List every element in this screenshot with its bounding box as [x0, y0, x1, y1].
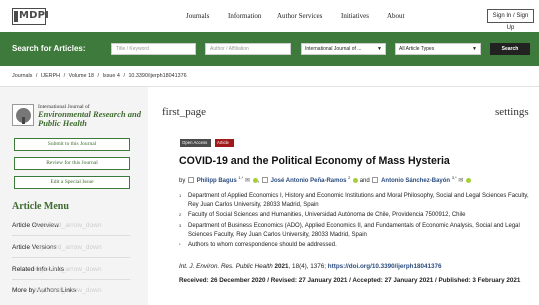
- menu-item-article-overview[interactable]: Article Overview keyboard_arrow_down: [12, 219, 130, 233]
- author-icon: [372, 177, 379, 184]
- breadcrumb-issue[interactable]: Issue 4: [103, 73, 120, 79]
- affiliation-text: Department of Business Economics (ADO), …: [188, 223, 520, 238]
- orcid-icon[interactable]: [353, 177, 359, 183]
- top-navigation: MDPI Journals Information Author Service…: [0, 0, 539, 32]
- mdpi-logo[interactable]: MDPI: [12, 8, 50, 25]
- affiliation-item: * Authors to whom correspondence should …: [179, 241, 531, 250]
- chevron-down-icon: ▼: [472, 46, 477, 52]
- keyboard-arrow-down-icon: keyboard_arrow_down: [34, 266, 102, 273]
- menu-divider: [12, 235, 130, 236]
- nav-information[interactable]: Information: [228, 12, 261, 20]
- mail-icon[interactable]: ✉: [458, 178, 463, 184]
- submit-button[interactable]: Submit to this Journal: [14, 138, 130, 151]
- article-title: COVID-19 and the Political Economy of Ma…: [179, 155, 450, 167]
- breadcrumb-journals[interactable]: Journals: [12, 73, 32, 79]
- affiliation-text: Authors to whom correspondence should be…: [188, 242, 337, 248]
- article-type-value: All Article Types: [399, 46, 435, 52]
- menu-divider: [12, 257, 130, 258]
- breadcrumb-separator: /: [97, 73, 100, 79]
- author-sup: 1,*: [238, 175, 244, 180]
- breadcrumb-ijerph[interactable]: IJERPH: [41, 73, 60, 79]
- menu-divider: [12, 279, 130, 280]
- menu-item-more-by-authors[interactable]: More by Authors Links keyboard_arrow_dow…: [12, 284, 130, 298]
- affiliation-item: 2 Faculty of Social Sciences and Humanit…: [179, 211, 531, 220]
- affiliation-number: *: [179, 242, 181, 247]
- author-sup: 2: [348, 175, 351, 180]
- publication-dates: Received: 26 December 2020 / Revised: 27…: [179, 277, 521, 284]
- article-type-select[interactable]: All Article Types ▼: [395, 43, 481, 55]
- affiliation-text: Department of Applied Economics I, Histo…: [188, 193, 529, 208]
- orcid-icon[interactable]: [252, 177, 258, 183]
- breadcrumb-separator: /: [123, 73, 125, 79]
- affiliation-item: 3 Department of Business Economics (ADO)…: [179, 222, 531, 239]
- nav-journals[interactable]: Journals: [186, 12, 209, 20]
- author-sup: 3,*: [451, 175, 457, 180]
- journal-select-value: International Journal of ...: [305, 46, 362, 52]
- author-icon: [188, 177, 195, 184]
- affiliation-number: 1: [179, 193, 182, 198]
- keyboard-arrow-down-icon: keyboard_arrow_down: [34, 244, 102, 251]
- sign-in-button[interactable]: Sign In / Sign Up: [487, 9, 534, 31]
- article-menu-title: Article Menu: [12, 201, 69, 212]
- author-link[interactable]: José Antonio Peña-Ramos: [271, 178, 347, 184]
- first-page-button[interactable]: first_page: [162, 106, 206, 118]
- author-affiliation-input[interactable]: Author / Affiliation: [205, 43, 291, 55]
- settings-button[interactable]: settings: [495, 106, 529, 118]
- chevron-down-icon: ▼: [377, 46, 382, 52]
- search-bar: Search for Articles: Title / Keyword Aut…: [0, 32, 539, 66]
- affiliation-text: Faculty of Social Sciences and Humanitie…: [188, 212, 466, 218]
- by-label: by: [179, 178, 186, 184]
- author-icon: [262, 177, 268, 184]
- breadcrumb: Journals / IJERPH / Volume 18 / Issue 4 …: [12, 73, 189, 79]
- keyboard-arrow-down-icon: keyboard_arrow_down: [34, 222, 102, 229]
- nav-about[interactable]: About: [387, 12, 405, 20]
- mail-icon[interactable]: ✉: [245, 178, 250, 184]
- sidebar: International Journal of Environmental R…: [0, 87, 148, 305]
- doi-link[interactable]: https://doi.org/10.3390/ijerph18041376: [328, 263, 442, 270]
- keyboard-arrow-down-icon: keyboard_arrow_down: [34, 287, 102, 294]
- citation-journal: Int. J. Environ. Res. Public Health: [179, 263, 273, 270]
- breadcrumb-separator: /: [63, 73, 66, 79]
- tree-trunk: [22, 117, 25, 124]
- breadcrumb-volume[interactable]: Volume 18: [69, 73, 94, 79]
- nav-author-services[interactable]: Author Services: [277, 12, 322, 20]
- open-access-badge: Open Access: [180, 139, 211, 147]
- menu-item-article-versions[interactable]: Article Versions keyboard_arrow_down: [12, 241, 130, 255]
- menu-item-related-info-links[interactable]: Related Info Links keyboard_arrow_down: [12, 263, 130, 277]
- author-list: by Philipp Bagus 1,* ✉ , José Antonio Pe…: [179, 175, 472, 184]
- search-label: Search for Articles:: [12, 44, 86, 53]
- breadcrumb-doi: 10.3390/ijerph18041376: [128, 73, 187, 79]
- logo-text: MDPI: [19, 10, 50, 21]
- journal-title[interactable]: Environmental Research and Public Health: [38, 110, 144, 127]
- journal-logo-icon[interactable]: [12, 104, 34, 126]
- affiliation-number: 3: [179, 223, 182, 228]
- citation-volume: , 18(4), 1376;: [288, 263, 327, 270]
- search-button[interactable]: Search: [490, 43, 530, 55]
- review-button[interactable]: Review for this Journal: [14, 157, 130, 170]
- edit-special-issue-button[interactable]: Edit a Special Issue: [14, 176, 130, 189]
- title-keyword-input[interactable]: Title / Keyword: [111, 43, 196, 55]
- author-link[interactable]: Antonio Sánchez-Bayón: [381, 178, 450, 184]
- citation-year: 2021: [274, 263, 289, 270]
- breadcrumb-separator: /: [35, 73, 38, 79]
- affiliation-number: 2: [179, 212, 182, 217]
- and-label: and: [359, 178, 370, 184]
- logo-mark: [14, 11, 18, 22]
- nav-initiatives[interactable]: Initiatives: [341, 12, 369, 20]
- orcid-icon[interactable]: [466, 177, 472, 183]
- article-type-badge: Article: [215, 139, 234, 147]
- journal-select[interactable]: International Journal of ... ▼: [301, 43, 386, 55]
- affiliation-item: 1 Department of Applied Economics I, His…: [179, 192, 531, 209]
- author-link[interactable]: Philipp Bagus: [197, 178, 237, 184]
- citation: Int. J. Environ. Res. Public Health 2021…: [179, 263, 442, 270]
